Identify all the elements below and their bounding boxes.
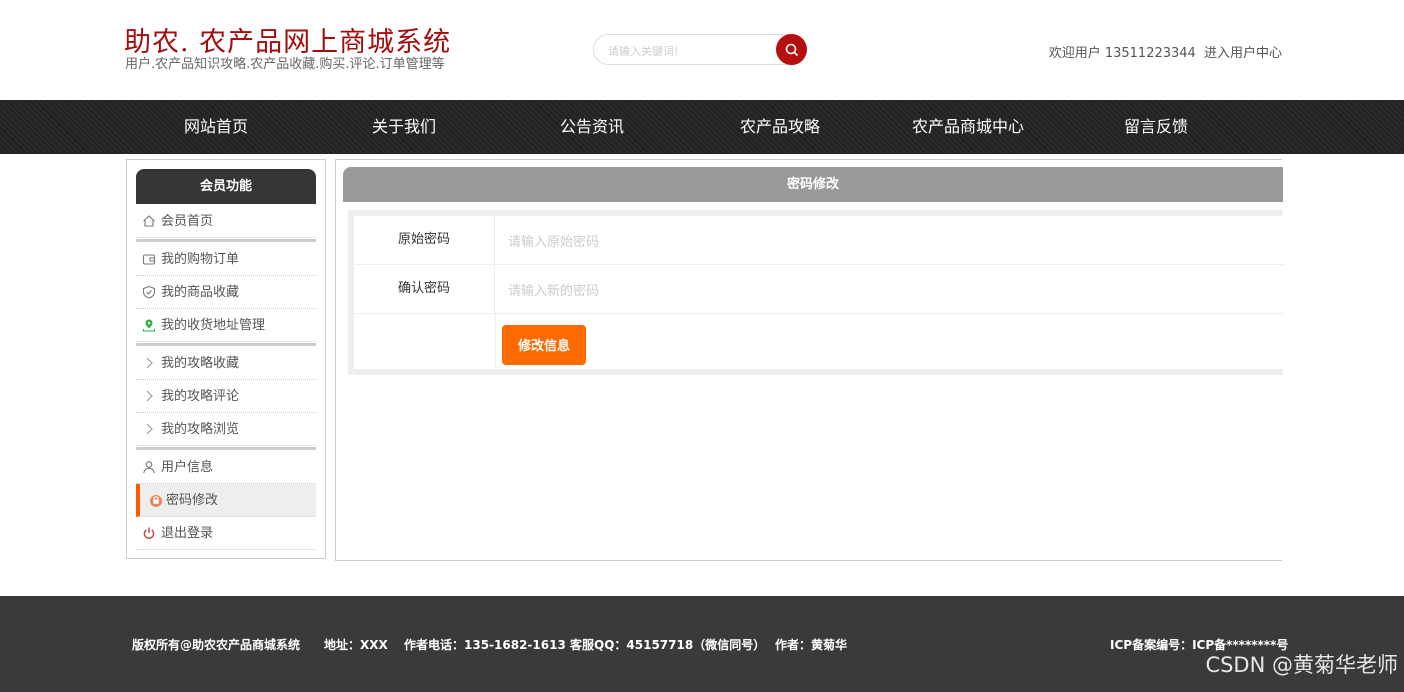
sidebar-item-label: 我的攻略评论	[161, 389, 240, 404]
sidebar-item-label: 密码修改	[166, 493, 219, 508]
sidebar-item-orders[interactable]: 我的购物订单	[136, 243, 316, 276]
search-input[interactable]	[606, 41, 770, 61]
main-nav: 网站首页 关于我们 公告资讯 农产品攻略 农产品商城中心 留言反馈	[0, 100, 1404, 154]
chevron-right-icon	[146, 390, 153, 402]
sidebar-item-logout[interactable]: 退出登录	[136, 517, 316, 550]
sidebar-item-user-info[interactable]: 用户信息	[136, 451, 316, 484]
nav-item-mall[interactable]: 农产品商城中心	[874, 100, 1062, 154]
submit-button[interactable]: 修改信息	[502, 325, 586, 365]
site-footer: 版权所有@助农农产品商城系统 地址：XXX 作者电话：135-1682-1613…	[0, 596, 1404, 692]
wallet-icon	[142, 254, 156, 265]
nav-item-guides[interactable]: 农产品攻略	[686, 100, 874, 154]
footer-address: 地址：XXX	[324, 638, 388, 652]
form-row-new-password: 确认密码	[354, 265, 1283, 314]
sidebar-item-label: 我的商品收藏	[161, 285, 240, 300]
location-icon	[142, 319, 156, 332]
new-password-label: 确认密码	[354, 265, 495, 313]
home-icon	[143, 215, 155, 227]
sidebar-item-favorites[interactable]: 我的商品收藏	[136, 276, 316, 309]
sidebar-item-password[interactable]: 密码修改	[136, 484, 316, 517]
sidebar-item-label: 我的购物订单	[161, 252, 240, 267]
panel-title: 密码修改	[343, 167, 1283, 202]
sidebar-divider	[136, 447, 316, 450]
sidebar-item-guide-history[interactable]: 我的攻略浏览	[136, 413, 316, 446]
sidebar-item-label: 我的攻略浏览	[161, 422, 240, 437]
search-box	[593, 34, 807, 65]
member-sidebar: 会员功能 会员首页 我的购物订单 我的商品收藏 我的收货地址管理 我的攻略收藏 …	[126, 159, 326, 559]
sidebar-header: 会员功能	[136, 169, 316, 204]
watermark: CSDN @黄菊华老师	[1205, 653, 1398, 677]
chevron-right-icon	[146, 423, 153, 435]
user-center-link[interactable]: 进入用户中心	[1204, 46, 1282, 61]
sidebar-item-label: 退出登录	[161, 526, 214, 541]
sidebar-item-guide-favorites[interactable]: 我的攻略收藏	[136, 347, 316, 380]
sidebar-item-label: 用户信息	[161, 460, 214, 475]
nav-item-news[interactable]: 公告资讯	[498, 100, 686, 154]
sidebar-item-guide-comments[interactable]: 我的攻略评论	[136, 380, 316, 413]
old-password-label: 原始密码	[354, 216, 495, 264]
footer-copyright: 版权所有@助农农产品商城系统	[132, 638, 301, 652]
power-icon	[143, 527, 155, 539]
search-button[interactable]	[776, 34, 807, 65]
nav-item-feedback[interactable]: 留言反馈	[1062, 100, 1250, 154]
site-header: 助农. 农产品网上商城系统 用户.农产品知识攻略.农产品收藏.购买.评论.订单管…	[0, 0, 1404, 100]
sidebar-divider	[136, 343, 316, 346]
sidebar-item-address[interactable]: 我的收货地址管理	[136, 309, 316, 342]
form-row-old-password: 原始密码	[354, 216, 1283, 265]
sidebar-item-label: 会员首页	[161, 214, 214, 229]
user-icon	[143, 461, 155, 474]
shield-icon	[142, 285, 156, 299]
chevron-right-icon	[146, 357, 153, 369]
footer-author: 作者：黄菊华	[775, 638, 848, 652]
sidebar-item-member-home[interactable]: 会员首页	[136, 205, 316, 238]
footer-phone: 作者电话：135-1682-1613	[404, 638, 566, 652]
new-password-input[interactable]	[506, 280, 1010, 302]
footer-qq: 客服QQ：45157718（微信同号）	[570, 638, 766, 652]
welcome-text: 欢迎用户 13511223344	[1048, 46, 1196, 61]
welcome-area: 欢迎用户 13511223344 进入用户中心	[1045, 42, 1282, 61]
nav-item-about[interactable]: 关于我们	[310, 100, 498, 154]
search-icon	[785, 43, 798, 56]
site-subtitle: 用户.农产品知识攻略.农产品收藏.购买.评论.订单管理等	[125, 57, 445, 72]
nav-item-home[interactable]: 网站首页	[122, 100, 310, 154]
sidebar-item-label: 我的收货地址管理	[161, 318, 266, 333]
form-cell-divider	[495, 314, 496, 373]
password-form: 原始密码 确认密码 修改信息	[348, 210, 1283, 375]
lock-icon	[150, 495, 162, 507]
sidebar-item-label: 我的攻略收藏	[161, 356, 240, 371]
old-password-input[interactable]	[506, 231, 1010, 253]
sidebar-divider	[136, 239, 316, 242]
main-panel: 密码修改 原始密码 确认密码 修改信息	[335, 159, 1283, 561]
